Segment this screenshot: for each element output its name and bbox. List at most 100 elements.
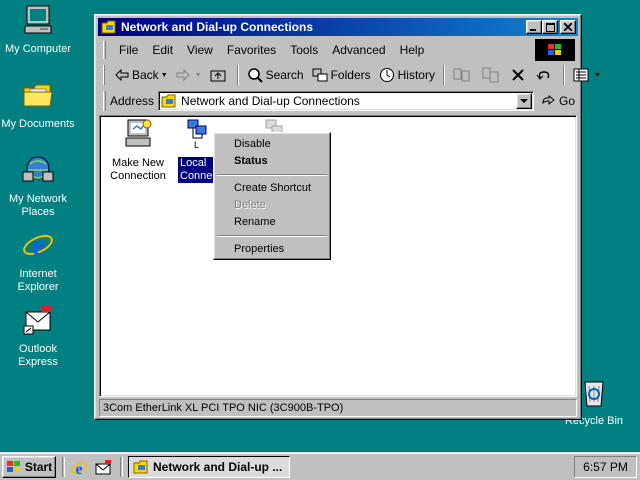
quicklaunch-separator [62, 457, 65, 477]
taskbar-window-label: Network and Dial-up ... [153, 460, 283, 474]
toolbar-separator [236, 65, 239, 85]
ie-icon: e [23, 231, 53, 262]
minimize-button[interactable] [526, 20, 542, 34]
toolbar-grip[interactable] [103, 65, 105, 85]
go-arrow-icon [542, 95, 555, 106]
back-label: Back [132, 68, 159, 82]
delete-x-icon [512, 69, 524, 81]
address-label: Address [110, 94, 155, 108]
up-folder-icon [210, 70, 226, 82]
desktop-icon-my-computer[interactable]: My Computer [0, 4, 76, 56]
addressbar-grip[interactable] [103, 91, 106, 111]
make-connection-icon [125, 119, 152, 147]
desktop-icon-outlook-express[interactable]: Outlook Express [0, 304, 76, 369]
lan-connection-icon: L [187, 119, 207, 150]
back-dropdown-icon[interactable]: ▼ [161, 72, 168, 79]
go-button[interactable]: Go [542, 94, 575, 108]
address-value: Network and Dial-up Connections [181, 94, 360, 108]
make-new-connection-item[interactable]: Make New Connection [102, 118, 174, 183]
clock[interactable]: 6:57 PM [583, 460, 628, 474]
menubar-grip[interactable] [103, 41, 106, 59]
window-titlebar[interactable]: Network and Dial-up Connections [98, 18, 578, 36]
window-title: Network and Dial-up Connections [121, 20, 314, 34]
search-button[interactable]: Search [243, 64, 308, 86]
delete-button[interactable] [507, 64, 532, 86]
windows-flag-icon [548, 44, 561, 55]
network-icon [22, 156, 54, 182]
desktop-icon-label: My Computer [4, 43, 72, 55]
standard-toolbar: Back ▼ ▼ Search Folders History ▼ [99, 63, 601, 87]
views-dropdown-icon[interactable]: ▼ [594, 72, 601, 79]
taskbar-separator [120, 457, 123, 477]
network-folder-icon [133, 460, 148, 474]
menu-file[interactable]: File [112, 43, 145, 57]
copy-to-icon [482, 67, 499, 83]
address-dropdown-button[interactable] [516, 93, 533, 109]
svg-text:e: e [32, 231, 44, 261]
desktop-icon-my-documents[interactable]: My Documents [0, 79, 76, 131]
folders-button[interactable]: Folders [308, 64, 375, 86]
back-arrow-icon [115, 69, 129, 81]
history-button[interactable]: History [375, 64, 439, 86]
toolbar-separator [442, 65, 445, 85]
close-button[interactable] [560, 20, 576, 34]
windows-flag-icon [6, 461, 20, 472]
move-to-button[interactable] [449, 64, 478, 86]
chevron-down-icon [520, 98, 529, 103]
toolbar-separator [562, 65, 565, 85]
views-button[interactable]: ▼ [569, 64, 605, 86]
folder-icon [23, 84, 53, 107]
ctx-properties[interactable]: Properties [216, 241, 328, 258]
search-label: Search [265, 68, 304, 82]
folders-icon [312, 68, 328, 82]
menu-edit[interactable]: Edit [145, 43, 180, 57]
ctx-rename[interactable]: Rename [216, 214, 328, 231]
maximize-button[interactable] [542, 20, 558, 34]
history-label: History [397, 68, 435, 82]
close-icon [564, 23, 572, 31]
back-button[interactable]: Back ▼ [111, 64, 172, 86]
windows-logo-throbber [535, 39, 575, 61]
address-input[interactable]: Network and Dial-up Connections [158, 91, 535, 111]
svg-text:e: e [75, 461, 82, 477]
undo-icon [536, 71, 550, 80]
forward-button[interactable]: ▼ [172, 64, 206, 86]
copy-to-button[interactable] [478, 64, 507, 86]
menu-tools[interactable]: Tools [283, 43, 325, 57]
desktop-icon-label: My Network Places [8, 193, 68, 218]
taskbar-window-button[interactable]: Network and Dial-up ... [128, 456, 290, 478]
menu-view[interactable]: View [180, 43, 220, 57]
folder-view[interactable]: Make New Connection L Local Conne [99, 115, 577, 397]
item-label: Local Conne [178, 157, 218, 183]
network-folder-icon [161, 94, 176, 108]
ie-icon[interactable]: e [70, 459, 88, 477]
system-tray: 6:57 PM [574, 456, 637, 478]
ctx-disable[interactable]: Disable [216, 136, 328, 153]
desktop-icon-label: My Documents [1, 118, 75, 130]
ctx-status[interactable]: Status [216, 153, 328, 170]
menu-bar: File Edit View Favorites Tools Advanced … [99, 39, 577, 61]
start-label: Start [24, 460, 53, 474]
context-menu: Disable Status Create Shortcut Delete Re… [213, 132, 331, 260]
desktop-icon-my-network-places[interactable]: My Network Places [0, 154, 76, 219]
move-to-icon [453, 68, 470, 82]
menu-favorites[interactable]: Favorites [220, 43, 283, 57]
minimize-icon [530, 29, 536, 31]
recycle-bin-icon [584, 381, 604, 407]
computer-icon [24, 5, 52, 34]
desktop-icon-internet-explorer[interactable]: e Internet Explorer [0, 229, 76, 294]
folders-label: Folders [330, 68, 371, 82]
desktop-icon-label: Internet Explorer [17, 268, 59, 293]
explorer-window: Network and Dial-up Connections File Edi… [94, 14, 601, 420]
mail-icon[interactable] [94, 459, 112, 477]
forward-dropdown-icon[interactable]: ▼ [195, 72, 202, 79]
menu-advanced[interactable]: Advanced [325, 43, 392, 57]
local-area-connection-item[interactable]: L Local Conne [178, 118, 218, 183]
item-label: Make New Connection [110, 157, 166, 182]
start-button[interactable]: Start [2, 456, 56, 478]
menu-help[interactable]: Help [393, 43, 432, 57]
ctx-separator [217, 235, 327, 237]
ctx-create-shortcut[interactable]: Create Shortcut [216, 180, 328, 197]
up-folder-button[interactable] [206, 64, 233, 86]
undo-button[interactable] [532, 64, 559, 86]
